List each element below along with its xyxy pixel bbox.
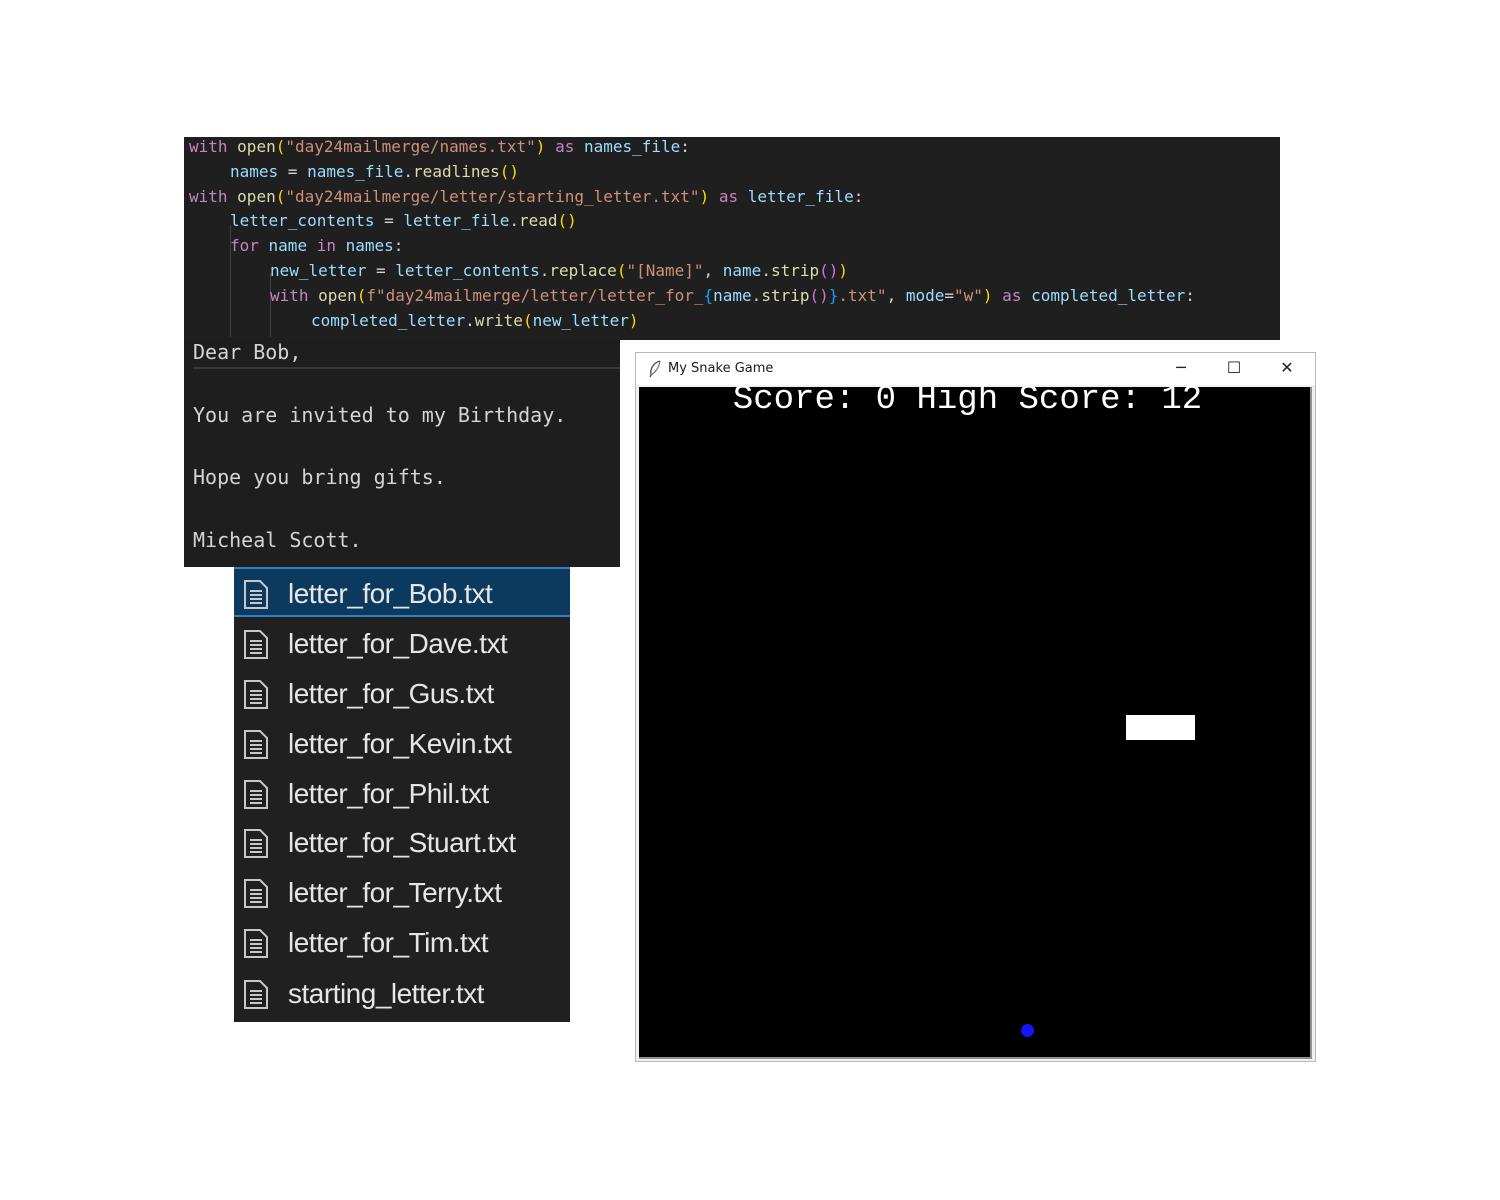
file-name: letter_for_Kevin.txt xyxy=(288,728,512,759)
snake-game-window: My Snake Game ─ ☐ ✕ Score: 0 High Score:… xyxy=(635,352,1316,1062)
file-name: letter_for_Tim.txt xyxy=(288,927,489,958)
score-display: Score: 0 High Score: 12 xyxy=(732,381,1203,419)
code-line-4: letter_contents = letter_file.read() xyxy=(230,211,577,230)
text-file-icon xyxy=(244,630,268,659)
file-item-starting-letter[interactable]: starting_letter.txt xyxy=(234,969,570,1019)
file-name: letter_for_Dave.txt xyxy=(288,628,508,659)
text-file-icon xyxy=(244,580,268,609)
code-line-8: completed_letter.write(new_letter) xyxy=(311,311,639,330)
letter-preview: Dear Bob, You are invited to my Birthday… xyxy=(184,340,620,567)
text-file-icon xyxy=(244,879,268,908)
code-line-3: with open("day24mailmerge/letter/startin… xyxy=(189,187,864,206)
text-file-icon xyxy=(244,829,268,858)
letter-body-1: You are invited to my Birthday. xyxy=(193,403,567,427)
snake-body xyxy=(1126,715,1195,740)
file-name: letter_for_Terry.txt xyxy=(288,877,502,908)
letter-signature: Micheal Scott. xyxy=(193,528,362,552)
letter-salutation: Dear Bob, xyxy=(193,340,302,364)
maximize-button[interactable]: ☐ xyxy=(1211,353,1257,383)
text-file-icon xyxy=(244,730,268,759)
file-name: letter_for_Stuart.txt xyxy=(288,827,516,858)
file-name: letter_for_Bob.txt xyxy=(288,578,493,609)
file-item-letter-for-kevin[interactable]: letter_for_Kevin.txt xyxy=(234,719,570,769)
close-button[interactable]: ✕ xyxy=(1264,353,1310,383)
code-line-5: for name in names: xyxy=(230,236,404,255)
feather-icon xyxy=(649,360,661,378)
text-file-icon xyxy=(244,680,268,709)
text-file-icon xyxy=(244,780,268,809)
text-file-icon xyxy=(244,929,268,958)
file-item-letter-for-stuart[interactable]: letter_for_Stuart.txt xyxy=(234,818,570,868)
food-dot xyxy=(1021,1024,1034,1037)
file-name: letter_for_Gus.txt xyxy=(288,678,494,709)
file-name: letter_for_Phil.txt xyxy=(288,778,489,809)
file-item-letter-for-gus[interactable]: letter_for_Gus.txt xyxy=(234,669,570,719)
code-line-7: with open(f"day24mailmerge/letter/letter… xyxy=(270,286,1195,305)
file-item-letter-for-dave[interactable]: letter_for_Dave.txt xyxy=(234,619,570,669)
code-line-1: with open("day24mailmerge/names.txt") as… xyxy=(189,137,690,156)
file-name: starting_letter.txt xyxy=(288,978,484,1009)
file-item-letter-for-tim[interactable]: letter_for_Tim.txt xyxy=(234,918,570,968)
file-item-letter-for-phil[interactable]: letter_for_Phil.txt xyxy=(234,769,570,819)
code-line-2: names = names_file.readlines() xyxy=(230,162,520,181)
file-list: letter_for_Bob.txt letter_for_Dave.txt l… xyxy=(234,567,570,1022)
code-line-6: new_letter = letter_contents.replace("[N… xyxy=(270,261,849,280)
minimize-button[interactable]: ─ xyxy=(1158,353,1204,383)
file-item-letter-for-terry[interactable]: letter_for_Terry.txt xyxy=(234,868,570,918)
letter-divider xyxy=(193,367,620,369)
letter-body-2: Hope you bring gifts. xyxy=(193,465,446,489)
game-canvas[interactable]: Score: 0 High Score: 12 xyxy=(639,381,1312,1059)
code-editor: with open("day24mailmerge/names.txt") as… xyxy=(184,137,1280,340)
text-file-icon xyxy=(244,980,268,1009)
file-item-letter-for-bob[interactable]: letter_for_Bob.txt xyxy=(234,567,570,617)
